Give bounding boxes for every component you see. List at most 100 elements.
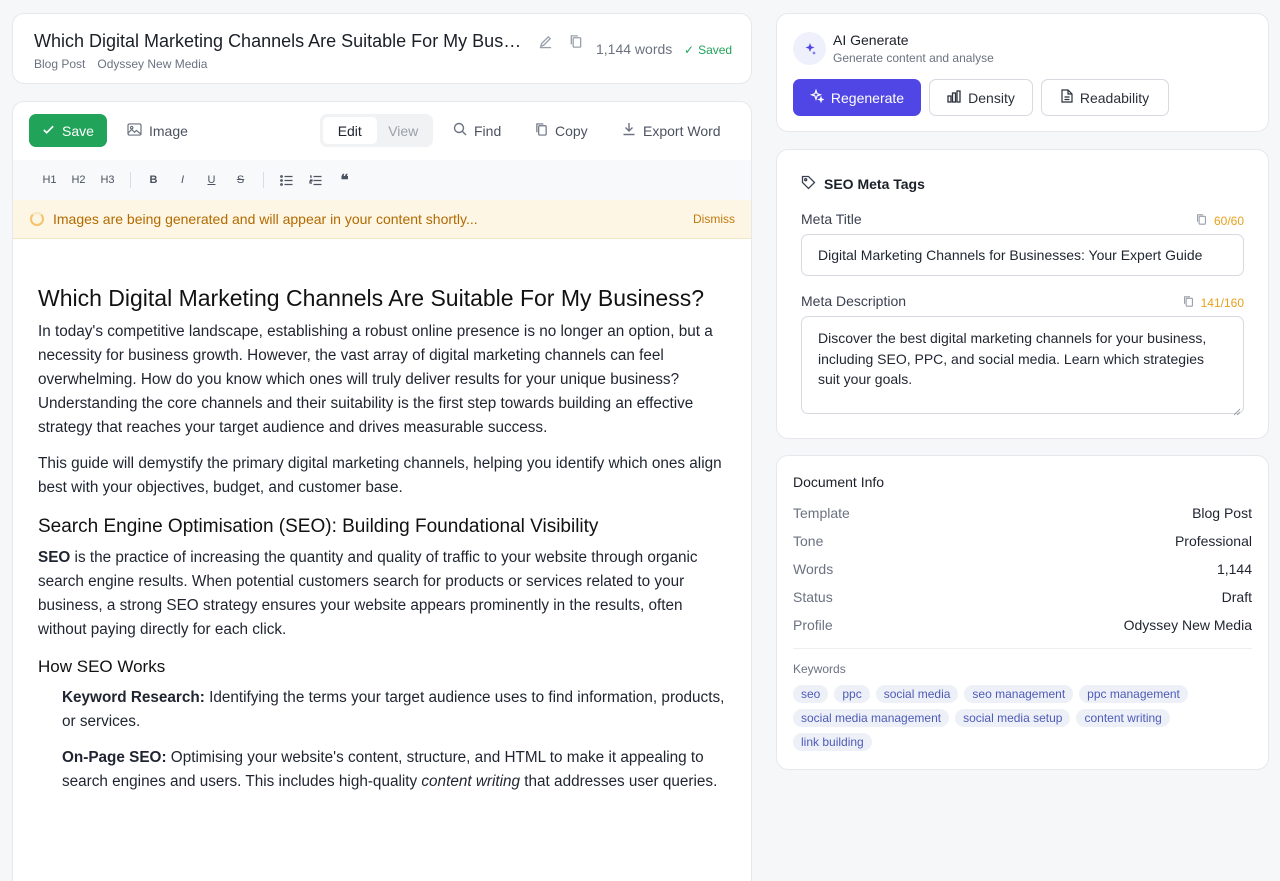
spinner-icon — [30, 212, 44, 226]
meta-title-input[interactable]: Digital Marketing Channels for Businesse… — [801, 234, 1244, 276]
italic-button[interactable]: I — [168, 168, 197, 192]
info-value: Blog Post — [1192, 505, 1252, 521]
keyword-chip[interactable]: content writing — [1076, 709, 1170, 727]
info-row-template: Template Blog Post — [793, 505, 1252, 525]
copy-button[interactable]: Copy — [535, 114, 588, 147]
bar-chart-icon — [947, 89, 961, 106]
resize-handle-icon[interactable] — [1233, 403, 1241, 416]
regenerate-label: Regenerate — [830, 89, 905, 106]
find-label: Find — [474, 122, 502, 139]
document-title[interactable]: Which Digital Marketing Channels Are Sui… — [34, 31, 524, 52]
article-paragraph: This guide will demystify the primary di… — [38, 455, 722, 496]
keyword-chip[interactable]: social media — [875, 685, 959, 703]
info-row-profile: Profile Odyssey New Media — [793, 617, 1252, 637]
keyword-chip[interactable]: seo — [793, 685, 829, 703]
dismiss-button[interactable]: Dismiss — [693, 212, 735, 226]
copy-label: Copy — [555, 122, 588, 139]
copy-icon[interactable] — [1196, 213, 1207, 229]
image-generation-notice: Images are being generated and will appe… — [13, 200, 751, 239]
readability-label: Readability — [1079, 89, 1150, 106]
export-word-button[interactable]: Export Word — [622, 114, 721, 147]
profile-label: Odyssey New Media — [97, 57, 208, 71]
image-button[interactable]: Image — [127, 114, 188, 147]
ai-subtitle: Generate content and analyse — [833, 51, 994, 65]
regenerate-button[interactable]: Regenerate — [793, 79, 921, 116]
subsection-heading: How SEO Works — [38, 657, 166, 676]
list-item: Keyword Research: Identifying the terms … — [38, 686, 728, 734]
document-info-title: Document Info — [793, 474, 885, 490]
image-icon — [127, 122, 142, 139]
editor-panel: Save Image Edit View Find Copy Export Wo… — [12, 101, 752, 881]
keyword-chip[interactable]: ppc — [834, 685, 870, 703]
find-button[interactable]: Find — [453, 114, 501, 147]
document-info-panel: Document Info Template Blog Post Tone Pr… — [776, 455, 1269, 770]
heading3-button[interactable]: H3 — [93, 168, 122, 192]
download-icon — [622, 122, 636, 139]
density-label: Density — [968, 89, 1015, 106]
copy-icon[interactable] — [567, 32, 585, 50]
bullet-list-icon[interactable] — [272, 168, 301, 192]
keyword-chip[interactable]: link building — [793, 733, 872, 751]
quote-icon[interactable]: ❝ — [330, 168, 359, 192]
info-value: 1,144 — [1216, 561, 1252, 577]
seo-heading-label: SEO Meta Tags — [824, 176, 925, 192]
document-icon — [1061, 89, 1073, 106]
readability-button[interactable]: Readability — [1041, 79, 1169, 116]
strikethrough-button[interactable]: S — [226, 168, 255, 192]
image-label: Image — [149, 122, 188, 139]
template-label: Blog Post — [34, 57, 86, 71]
density-button[interactable]: Density — [929, 79, 1033, 116]
underline-button[interactable]: U — [197, 168, 226, 192]
meta-description-textarea[interactable]: Discover the best digital marketing chan… — [801, 316, 1244, 414]
check-icon — [42, 123, 55, 139]
save-button[interactable]: Save — [29, 114, 107, 147]
meta-description-counter: 141/160 — [1183, 295, 1244, 311]
save-label: Save — [62, 122, 94, 139]
heading2-button[interactable]: H2 — [64, 168, 93, 192]
info-value: Odyssey New Media — [1123, 617, 1252, 633]
heading1-button[interactable]: H1 — [35, 168, 64, 192]
numbered-list-icon[interactable] — [301, 168, 330, 192]
article-heading: Which Digital Marketing Channels Are Sui… — [38, 285, 705, 311]
meta-title-count: 60/60 — [1213, 214, 1244, 228]
keywords-list: seo ppc social media seo management ppc … — [793, 685, 1253, 751]
copy-icon[interactable] — [1183, 295, 1194, 311]
divider — [793, 648, 1252, 649]
copy-icon — [535, 122, 548, 140]
ai-generate-panel: AI Generate Generate content and analyse… — [776, 13, 1269, 132]
info-value: Draft — [1221, 589, 1252, 605]
tag-icon — [801, 175, 816, 193]
meta-title-counter: 60/60 — [1196, 213, 1244, 229]
bold-button[interactable]: B — [139, 168, 168, 192]
info-row-status: Status Draft — [793, 589, 1252, 609]
keyword-chip[interactable]: ppc management — [1079, 685, 1188, 703]
divider — [130, 172, 131, 188]
editor-toolbar: Save Image Edit View Find Copy Export Wo… — [13, 102, 751, 158]
document-header: Which Digital Marketing Channels Are Sui… — [12, 13, 752, 84]
tab-edit[interactable]: Edit — [323, 117, 377, 144]
article-paragraph: SEO is the practice of increasing the qu… — [38, 546, 728, 642]
keyword-chip[interactable]: social media management — [793, 709, 950, 727]
info-value: Professional — [1174, 533, 1252, 549]
notice-text: Images are being generated and will appe… — [53, 211, 478, 227]
search-icon — [453, 122, 467, 139]
word-count: 1,144 words — [596, 41, 673, 57]
paragraph-text: is the practice of increasing the quanti… — [38, 549, 698, 638]
editor-content[interactable]: Which Digital Marketing Channels Are Sui… — [38, 280, 728, 806]
sparkles-icon — [793, 32, 826, 65]
tab-view[interactable]: View — [377, 117, 431, 144]
info-row-words: Words 1,144 — [793, 561, 1252, 581]
pencil-icon[interactable] — [536, 32, 554, 50]
info-key: Template — [793, 505, 850, 521]
divider — [263, 172, 264, 188]
info-key: Status — [793, 589, 833, 605]
format-bar: H1 H2 H3 B I U S ❝ — [13, 160, 751, 200]
saved-status: ✓ Saved — [684, 43, 732, 57]
keyword-chip[interactable]: social media setup — [955, 709, 1071, 727]
keywords-label: Keywords — [793, 662, 846, 676]
bold-term: Keyword Research: — [62, 689, 205, 706]
seo-heading: SEO Meta Tags — [801, 175, 925, 193]
bold-term: SEO — [38, 549, 71, 566]
sparkles-icon — [809, 88, 825, 106]
keyword-chip[interactable]: seo management — [964, 685, 1074, 703]
